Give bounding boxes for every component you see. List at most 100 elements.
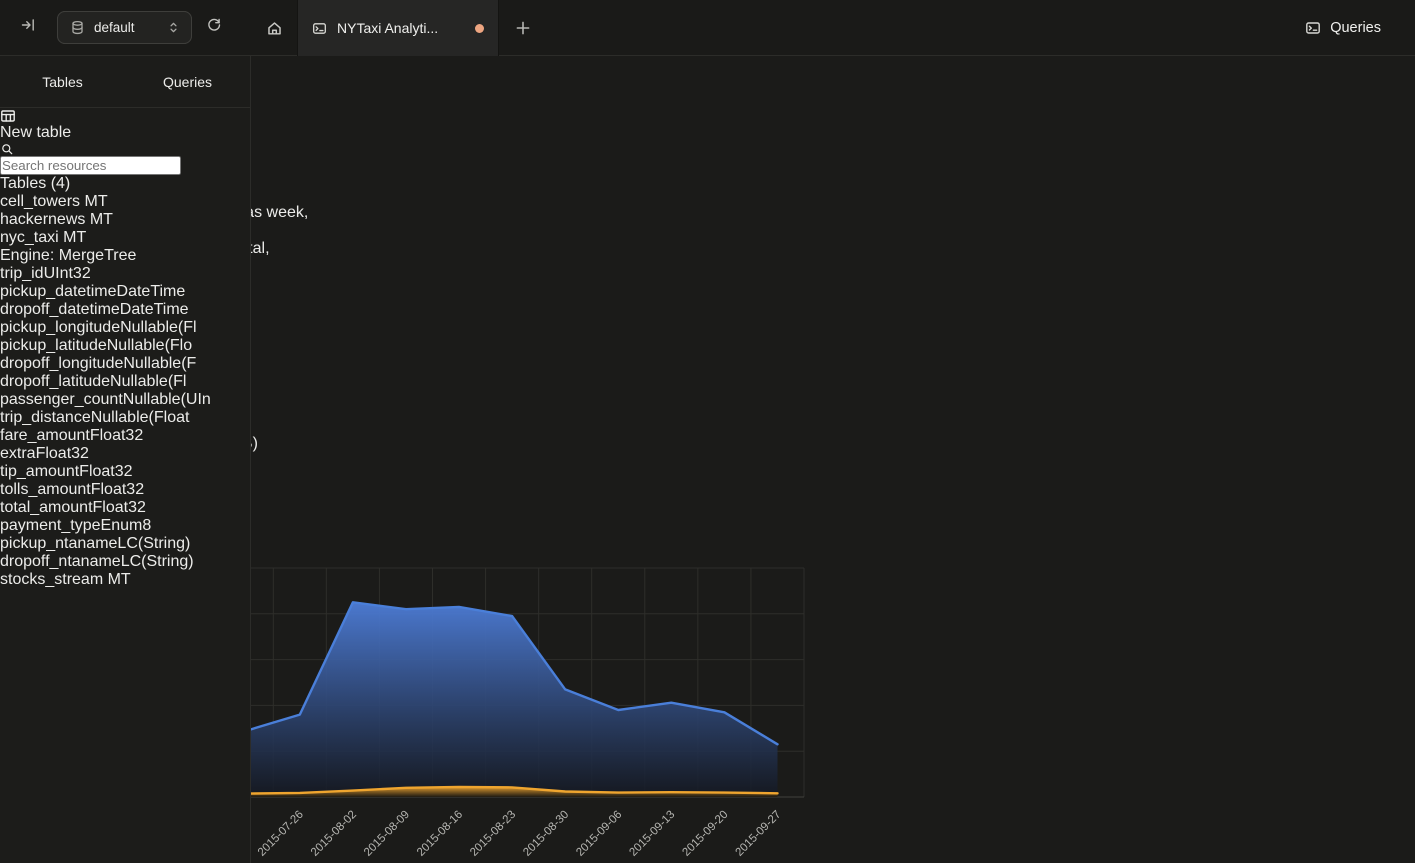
column-row[interactable]: pickup_ntanameLC(String)	[0, 535, 250, 553]
column-name: trip_id	[0, 265, 44, 282]
sidebar-tab-tables[interactable]: Tables	[0, 56, 125, 107]
column-row[interactable]: dropoff_datetimeDateTime	[0, 301, 250, 319]
column-row[interactable]: tip_amountFloat32	[0, 463, 250, 481]
column-name: pickup_longitude	[0, 319, 120, 336]
column-name: pickup_latitude	[0, 337, 107, 354]
table-row-hackernews[interactable]: hackernews MT	[0, 211, 250, 229]
column-name: tip_amount	[0, 463, 79, 480]
column-row[interactable]: trip_idUInt32	[0, 265, 250, 283]
table-row-nyc-taxi[interactable]: nyc_taxi MT	[0, 229, 250, 247]
tab-title: NYTaxi Analyti...	[337, 20, 465, 36]
table-name: hackernews	[0, 211, 85, 228]
sidebar: Tables Queries New table Tables (4) cell…	[0, 56, 251, 863]
token: ,	[304, 204, 308, 221]
queries-label: Queries	[1330, 20, 1381, 36]
column-row[interactable]: total_amountFloat32	[0, 499, 250, 517]
x-tick-label: 2015-09-27	[734, 809, 784, 859]
x-tick-label: 2015-09-13	[627, 809, 677, 859]
table-row-cell-towers[interactable]: cell_towers MT	[0, 193, 250, 211]
table-icon	[0, 108, 16, 124]
engine-badge: MT	[63, 229, 86, 246]
column-name: pickup_ntaname	[0, 535, 117, 552]
column-type: Float32	[90, 427, 143, 444]
column-type: DateTime	[120, 301, 189, 318]
column-row[interactable]: pickup_longitudeNullable(Fl	[0, 319, 250, 337]
column-row[interactable]: passenger_countNullable(UIn	[0, 391, 250, 409]
tab-nytaxi-analytics[interactable]: NYTaxi Analyti...	[297, 0, 499, 56]
column-row[interactable]: trip_distanceNullable(Float	[0, 409, 250, 427]
column-row[interactable]: dropoff_latitudeNullable(Fl	[0, 373, 250, 391]
home-button[interactable]	[251, 0, 297, 56]
column-type: Nullable(F	[123, 355, 196, 372]
x-tick-label: 2015-08-30	[521, 809, 571, 859]
table-row-stocks-stream[interactable]: stocks_stream MT	[0, 571, 250, 589]
table-name: cell_towers	[0, 193, 80, 210]
column-name: dropoff_datetime	[0, 301, 120, 318]
column-name: dropoff_latitude	[0, 373, 110, 390]
database-name: default	[94, 20, 157, 35]
engine-badge: MT	[108, 571, 131, 588]
token: week	[267, 204, 304, 221]
column-name: extra	[0, 445, 36, 462]
column-type: Float32	[36, 445, 89, 462]
sidebar-search-input[interactable]	[0, 156, 181, 175]
column-type: Float32	[91, 481, 144, 498]
database-icon	[70, 20, 85, 35]
home-icon	[266, 20, 283, 37]
column-name: total_amount	[0, 499, 93, 516]
top-bar: default NYTaxi Analyti... Queries	[0, 0, 1415, 56]
column-name: payment_type	[0, 517, 101, 534]
column-row[interactable]: tolls_amountFloat32	[0, 481, 250, 499]
column-row[interactable]: extraFloat32	[0, 445, 250, 463]
column-row[interactable]: payment_typeEnum8	[0, 517, 250, 535]
collapse-sidebar-icon[interactable]	[20, 17, 42, 39]
engine-note: Engine: MergeTree	[0, 247, 250, 265]
terminal-icon	[1305, 20, 1321, 36]
column-row[interactable]: dropoff_longitudeNullable(F	[0, 355, 250, 373]
unsaved-dot	[475, 24, 484, 33]
refresh-icon[interactable]	[206, 17, 228, 39]
queries-button[interactable]: Queries	[1305, 0, 1381, 56]
table-name: stocks_stream	[0, 571, 103, 588]
sidebar-tab-queries[interactable]: Queries	[125, 56, 250, 107]
x-tick-label: 2015-08-02	[309, 809, 359, 859]
column-row[interactable]: dropoff_ntanameLC(String)	[0, 553, 250, 571]
token: ,	[265, 240, 269, 257]
new-tab-button[interactable]	[499, 0, 547, 56]
column-type: Nullable(Flo	[107, 337, 192, 354]
new-table-label: New table	[0, 124, 71, 141]
column-type: Float32	[79, 463, 132, 480]
column-type: LC(String)	[117, 535, 190, 552]
sql-console-app: default NYTaxi Analyti... Queries	[0, 0, 1415, 863]
new-table-button[interactable]: New table	[0, 108, 250, 142]
column-type: Float32	[93, 499, 146, 516]
nyc-taxi-columns: trip_idUInt32pickup_datetimeDateTimedrop…	[0, 265, 250, 571]
tables-list: cell_towers MT hackernews MT nyc_taxi MT…	[0, 193, 250, 589]
column-row[interactable]: fare_amountFloat32	[0, 427, 250, 445]
chevron-updown-icon	[166, 20, 181, 35]
column-name: pickup_datetime	[0, 283, 117, 300]
x-tick-label: 2015-08-09	[362, 809, 412, 859]
tab-strip: NYTaxi Analyti...	[251, 0, 547, 56]
sidebar-search[interactable]	[0, 142, 250, 175]
column-type: Enum8	[101, 517, 152, 534]
plus-icon	[514, 19, 532, 37]
query-database-select[interactable]: default	[57, 11, 192, 44]
table-name: nyc_taxi	[0, 229, 59, 246]
column-name: dropoff_ntaname	[0, 553, 121, 570]
column-name: trip_distance	[0, 409, 91, 426]
column-type: Nullable(Fl	[120, 319, 196, 336]
terminal-icon	[312, 21, 327, 36]
column-name: dropoff_longitude	[0, 355, 123, 372]
column-name: tolls_amount	[0, 481, 91, 498]
x-tick-label: 2015-09-06	[574, 809, 624, 859]
engine-badge: MT	[90, 211, 113, 228]
column-name: fare_amount	[0, 427, 90, 444]
engine-badge: MT	[84, 193, 107, 210]
sidebar-tabs: Tables Queries	[0, 56, 250, 108]
column-row[interactable]: pickup_datetimeDateTime	[0, 283, 250, 301]
x-tick-label: 2015-07-26	[256, 809, 306, 859]
column-row[interactable]: pickup_latitudeNullable(Flo	[0, 337, 250, 355]
column-type: Nullable(Float	[91, 409, 190, 426]
tables-section-label: Tables (4)	[0, 175, 250, 193]
